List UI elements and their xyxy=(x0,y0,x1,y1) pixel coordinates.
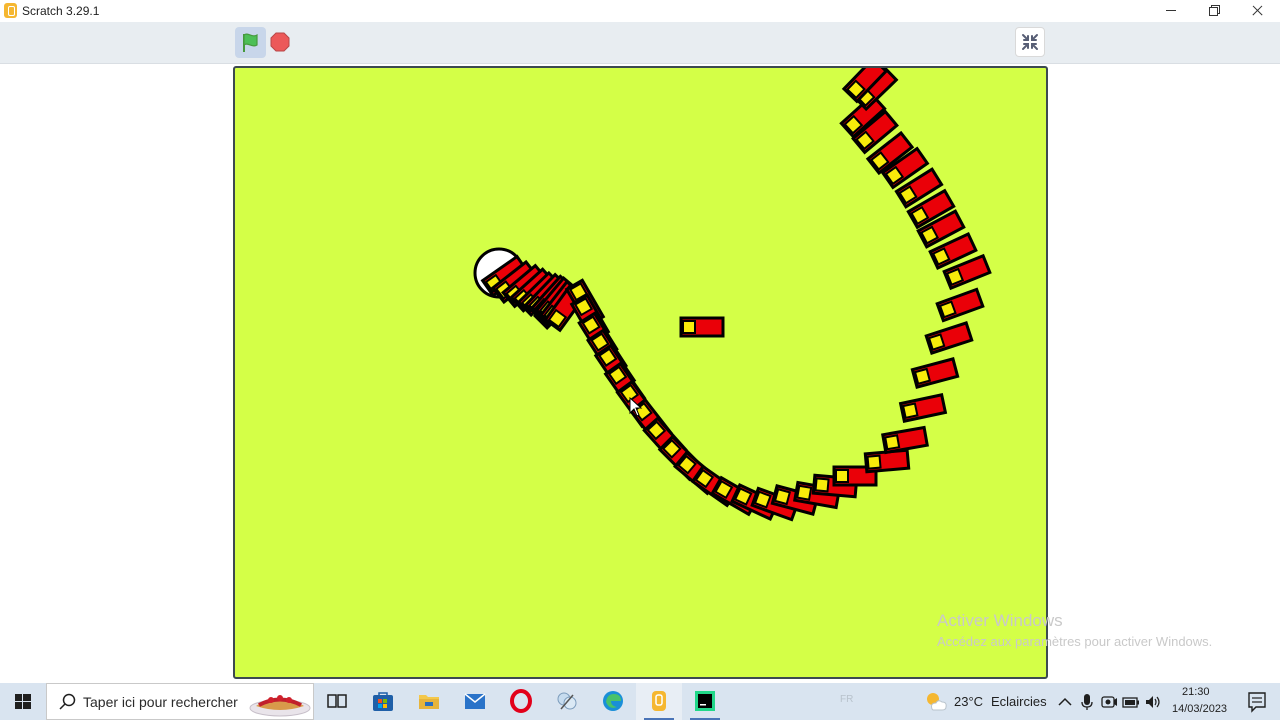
language-indicator[interactable]: FR xyxy=(840,694,853,705)
exit-fullscreen-icon xyxy=(1022,34,1038,50)
taskbar-pycharm[interactable] xyxy=(682,683,728,720)
block-window xyxy=(913,367,932,385)
windows-logo-icon xyxy=(15,694,31,709)
chevron-up-icon[interactable] xyxy=(1055,692,1075,712)
block-window xyxy=(927,333,946,351)
pycharm-icon xyxy=(695,691,715,711)
search-icon xyxy=(59,693,76,710)
block-window xyxy=(938,300,957,319)
stage-canvas[interactable] xyxy=(233,66,1048,679)
block-window xyxy=(866,454,882,470)
weather-description[interactable]: Eclaircies xyxy=(991,694,1047,709)
taskbar-mail[interactable] xyxy=(452,683,498,720)
partly-cloudy-icon[interactable] xyxy=(924,690,948,712)
block-stamp xyxy=(910,357,960,389)
taskbar-search-box[interactable]: Taper ici pour rechercher xyxy=(46,683,314,720)
notification-center-button[interactable] xyxy=(1234,683,1280,720)
player-controls-bar xyxy=(0,22,1280,64)
task-view-button[interactable] xyxy=(314,683,360,720)
window-title: Scratch 3.29.1 xyxy=(22,4,100,18)
taskbar-edge[interactable] xyxy=(590,683,636,720)
microphone-icon[interactable] xyxy=(1077,692,1097,712)
taskbar-snipping-tool[interactable] xyxy=(544,683,590,720)
volume-icon[interactable] xyxy=(1143,692,1163,712)
window-title-bar: Scratch 3.29.1 xyxy=(0,0,1280,22)
green-flag-icon xyxy=(243,33,258,52)
block-window xyxy=(773,488,792,506)
taskbar-microsoft-store[interactable] xyxy=(360,683,406,720)
activation-watermark-subtitle: Accédez aux paramètres pour activer Wind… xyxy=(937,634,1213,649)
block-window xyxy=(835,469,849,483)
clock-date[interactable]: 14/03/2023 xyxy=(1172,703,1227,715)
taskbar-file-explorer[interactable] xyxy=(406,683,452,720)
scratch-icon xyxy=(652,691,666,711)
block-stamp xyxy=(881,425,929,455)
block-window xyxy=(884,434,901,451)
mail-icon xyxy=(464,693,486,709)
activation-watermark-title: Activer Windows xyxy=(937,611,1063,630)
block-stamp xyxy=(924,321,974,355)
taskbar: Taper ici pour rechercher FR 23°C Eclair… xyxy=(0,683,1280,720)
weather-temperature[interactable]: 23°C xyxy=(954,694,983,709)
battery-icon[interactable] xyxy=(1121,692,1141,712)
block-stamp xyxy=(898,393,948,423)
restore-button[interactable] xyxy=(1192,0,1238,22)
task-view-icon xyxy=(327,694,347,708)
edge-icon xyxy=(603,691,623,711)
block-stamp xyxy=(679,316,725,338)
taskbar-scratch[interactable] xyxy=(636,683,682,720)
opera-icon xyxy=(510,689,532,713)
camera-in-use-icon[interactable] xyxy=(1099,692,1119,712)
green-flag-button[interactable] xyxy=(235,27,266,58)
folder-icon xyxy=(419,695,439,709)
exit-fullscreen-button[interactable] xyxy=(1015,27,1045,57)
stop-sign-icon xyxy=(270,32,290,52)
microsoft-store-icon xyxy=(373,692,393,711)
stop-button[interactable] xyxy=(270,32,290,52)
block-window xyxy=(814,477,830,493)
stage-sprites xyxy=(473,68,992,522)
close-button[interactable] xyxy=(1236,0,1280,22)
block-window xyxy=(796,484,813,501)
minimize-button[interactable] xyxy=(1148,0,1194,22)
snipping-tool-icon xyxy=(557,692,577,710)
notification-icon xyxy=(1248,692,1266,713)
block-window xyxy=(901,402,919,420)
search-placeholder: Taper ici pour rechercher xyxy=(83,694,238,710)
scratch-app-icon xyxy=(4,3,17,18)
clock-time[interactable]: 21:30 xyxy=(1182,686,1210,698)
start-button[interactable] xyxy=(0,683,46,720)
block-stamp xyxy=(935,287,985,323)
taskbar-opera[interactable] xyxy=(498,683,544,720)
search-highlight-pie-icon[interactable] xyxy=(247,686,313,718)
block-window xyxy=(682,320,696,334)
block-window xyxy=(753,490,772,509)
